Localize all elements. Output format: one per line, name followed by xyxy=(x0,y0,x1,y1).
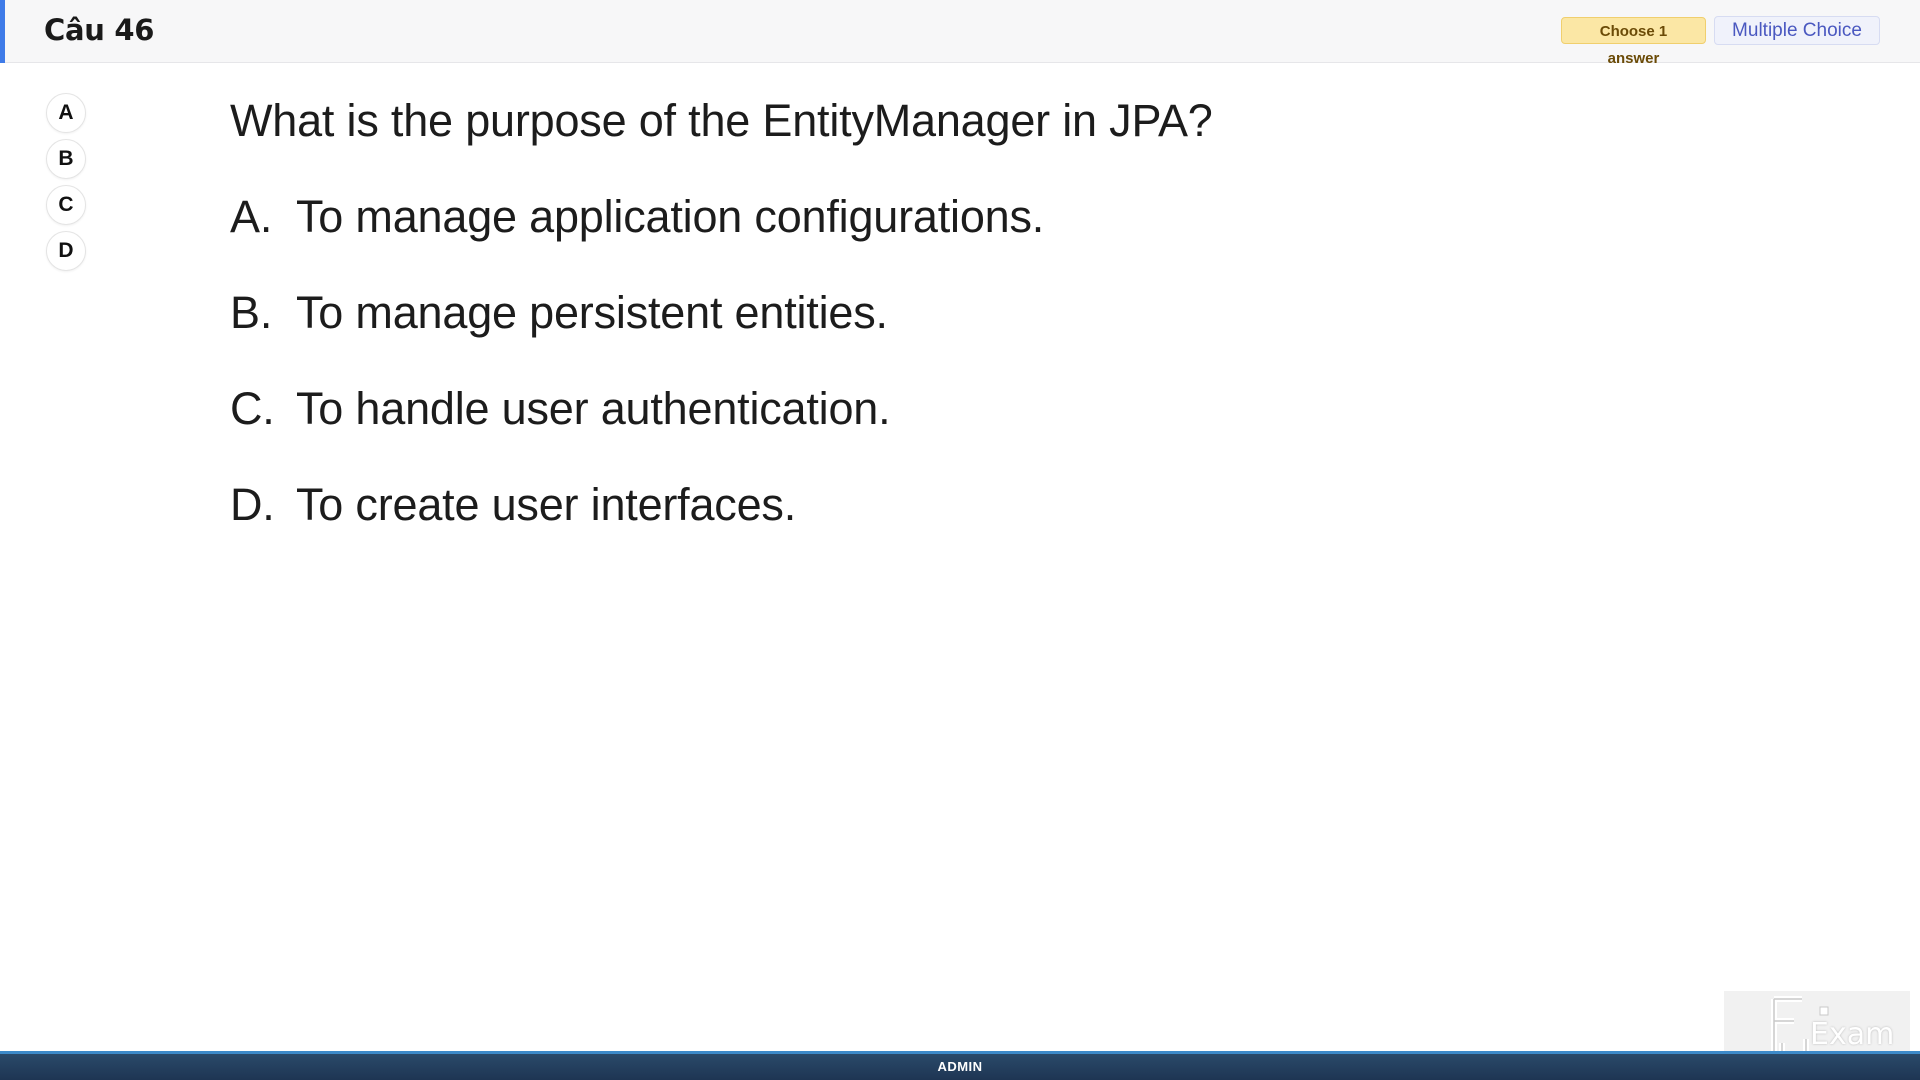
answer-button-c[interactable]: C xyxy=(46,185,86,225)
option-letter: A. xyxy=(230,191,273,242)
answer-choice-list: A B C D xyxy=(46,93,86,277)
question-number-title: Câu 46 xyxy=(44,13,155,47)
option-a: A. To manage application configurations. xyxy=(230,191,1230,243)
footer-user-label: ADMIN xyxy=(937,1059,983,1074)
header-accent-bar xyxy=(0,0,5,63)
option-c: C. To handle user authentication. xyxy=(230,383,1230,435)
logo-text: Exam xyxy=(1810,1017,1895,1052)
question-type-badge: Multiple Choice xyxy=(1714,16,1880,45)
option-text: To handle user authentication. xyxy=(296,383,891,434)
question-image: What is the purpose of the EntityManager… xyxy=(230,95,1230,555)
answer-button-a[interactable]: A xyxy=(46,93,86,133)
option-letter: C. xyxy=(230,383,275,434)
option-b: B. To manage persistent entities. xyxy=(230,287,1230,339)
option-d: D. To create user interfaces. xyxy=(230,479,1230,531)
option-text: To manage persistent entities. xyxy=(296,287,888,338)
choose-count-badge: Choose 1 answer xyxy=(1561,17,1706,67)
option-letter: D. xyxy=(230,479,275,530)
answer-button-d[interactable]: D xyxy=(46,231,86,271)
answer-button-b[interactable]: B xyxy=(46,139,86,179)
question-header: Câu 46 Choose 1 answer Multiple Choice xyxy=(0,0,1920,67)
question-text: What is the purpose of the EntityManager… xyxy=(230,95,1213,146)
option-text: To manage application configurations. xyxy=(296,191,1045,242)
option-letter: B. xyxy=(230,287,273,338)
footer-bar: ADMIN xyxy=(0,1051,1920,1080)
option-text: To create user interfaces. xyxy=(296,479,797,530)
